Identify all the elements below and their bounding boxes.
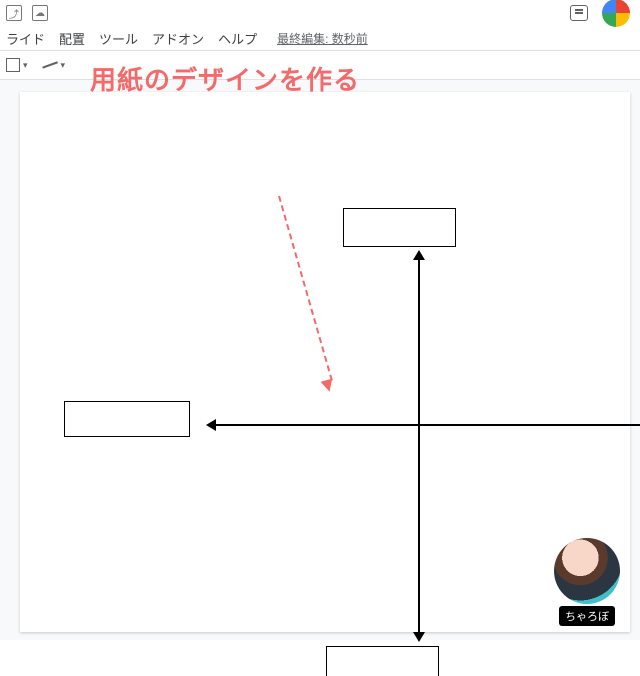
mascot-name-label: ちゃろぼ bbox=[559, 606, 615, 626]
arrowhead-left-icon bbox=[206, 419, 216, 431]
annotation-arrowhead-icon bbox=[321, 379, 336, 394]
label-box-left[interactable] bbox=[64, 401, 190, 437]
account-avatar[interactable] bbox=[602, 0, 630, 27]
arrowhead-up-icon bbox=[413, 250, 425, 260]
mascot-badge: ちゃろぼ bbox=[548, 538, 626, 626]
annotation-arrow bbox=[278, 196, 333, 381]
shape-tool[interactable]: ▾ bbox=[6, 58, 28, 72]
horizontal-axis-line[interactable] bbox=[215, 424, 640, 426]
menu-addons[interactable]: アドオン bbox=[152, 29, 204, 48]
line-icon bbox=[42, 62, 58, 69]
chevron-down-icon: ▾ bbox=[23, 60, 28, 71]
last-edit-label[interactable]: 最終編集: 数秒前 bbox=[277, 30, 368, 47]
menu-bar: ライド 配置 ツール アドオン ヘルプ 最終編集: 数秒前 bbox=[0, 26, 640, 50]
chevron-down-icon: ▾ bbox=[61, 60, 66, 71]
arrowhead-down-icon bbox=[413, 632, 425, 642]
rectangle-icon bbox=[6, 58, 20, 72]
menu-arrange[interactable]: 配置 bbox=[59, 29, 85, 48]
label-box-bottom[interactable] bbox=[326, 646, 439, 676]
editor-area: ちゃろぼ bbox=[0, 80, 640, 640]
cloud-save-icon[interactable]: ☁ bbox=[32, 5, 48, 21]
annotation-callout: 用紙のデザインを作る bbox=[90, 60, 360, 97]
menu-slide[interactable]: ライド bbox=[6, 29, 45, 48]
title-bar: ⤴ ☁ bbox=[0, 0, 640, 26]
menu-help[interactable]: ヘルプ bbox=[218, 29, 257, 48]
move-to-icon[interactable]: ⤴ bbox=[6, 5, 22, 21]
vertical-axis-line[interactable] bbox=[418, 257, 420, 637]
slide-canvas[interactable]: ちゃろぼ bbox=[20, 92, 630, 632]
line-tool[interactable]: ▾ bbox=[42, 60, 66, 71]
menu-tools[interactable]: ツール bbox=[99, 29, 138, 48]
mascot-avatar-icon bbox=[554, 538, 620, 604]
label-box-top[interactable] bbox=[343, 208, 456, 247]
comments-icon[interactable] bbox=[570, 5, 588, 21]
